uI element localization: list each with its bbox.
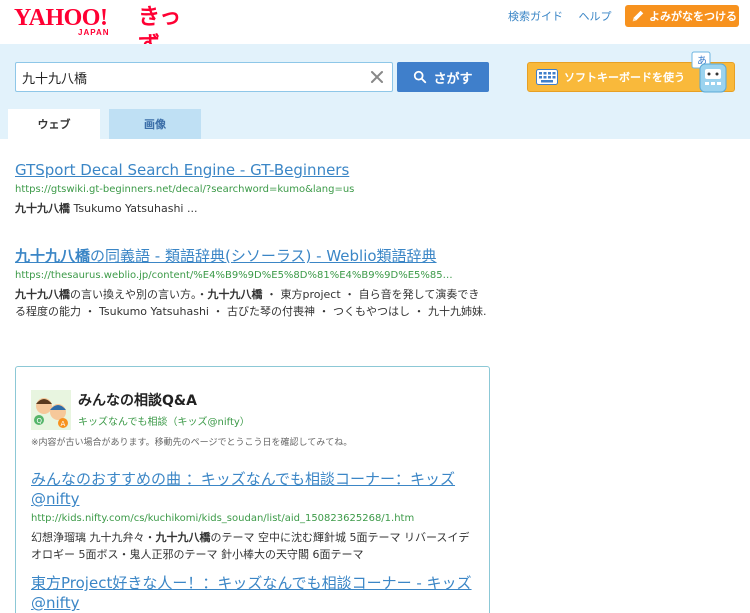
tab-web[interactable]: ウェブ <box>8 109 100 139</box>
header: YAHOO! JAPAN きっず 検索ガイド ヘルプ よみがなをつける <box>0 0 750 58</box>
search-result: GTSport Decal Search Engine - GT-Beginne… <box>15 160 490 217</box>
qa-title: みんなの相談Q&A <box>78 393 197 409</box>
kids-chat-icon: Q A <box>31 390 71 430</box>
keyboard-mascot-icon: あ <box>691 51 727 93</box>
result-title-highlight: 九十九八橋 <box>15 247 91 265</box>
snippet-text: 幻想浄瑠璃 九十九弁々・ <box>31 531 156 544</box>
pencil-icon <box>632 10 644 22</box>
result-url: https://thesaurus.weblio.jp/content/%E4%… <box>15 270 453 281</box>
keyboard-icon <box>536 69 558 85</box>
clear-icon[interactable] <box>368 68 386 86</box>
tab-images[interactable]: 画像 <box>109 109 201 139</box>
help-link[interactable]: ヘルプ <box>579 10 612 23</box>
snippet-highlight: 九十九八橋 <box>15 202 70 215</box>
soft-keyboard-label: ソフトキーボードを使う <box>564 71 685 84</box>
result-url: https://gtswiki.gt-beginners.net/decal/?… <box>15 184 355 195</box>
search-tabs: ウェブ 画像 <box>8 109 210 139</box>
qa-item-url: http://kids.nifty.com/cs/kuchikomi/kids_… <box>31 513 415 524</box>
result-title-text: GTSport Decal Search Engine - GT-Beginne… <box>15 161 350 179</box>
header-links: 検索ガイド ヘルプ <box>508 8 624 24</box>
svg-text:A: A <box>61 420 66 428</box>
result-title-link[interactable]: 九十九八橋の同義語 - 類語辞典(シソーラス) - Weblio類語辞典 <box>15 246 490 266</box>
qa-item-snippet: 幻想浄瑠璃 九十九弁々・九十九八橋のテーマ 空中に沈む輝針城 5面テーマ リバー… <box>31 529 476 563</box>
snippet-highlight: 九十九八橋 <box>155 531 211 544</box>
qa-item-title-link[interactable]: みんなのおすすめの曲 ：キッズなんでも相談コーナー：キッズ@nifty <box>31 469 476 509</box>
yahoo-kids-logo[interactable]: YAHOO! JAPAN きっず <box>14 4 184 58</box>
search-button[interactable]: さがす <box>397 62 489 92</box>
search-box <box>15 62 393 92</box>
result-snippet: 九十九八橋 Tsukumo Yatsuhashi ... <box>15 200 490 217</box>
snippet-text: Tsukumo Yatsuhashi ... <box>70 202 198 215</box>
search-input[interactable] <box>16 63 346 91</box>
result-snippet: 九十九八橋の言い換えや別の言い方。・九十九八橋 ・ 東方project ・ 自ら… <box>15 286 490 320</box>
qa-item: みんなのおすすめの曲 ：キッズなんでも相談コーナー：キッズ@nifty http… <box>31 469 476 563</box>
qa-item: 東方Project好きな人ー！：キッズなんでも相談コーナー - キッズ@nift… <box>31 573 476 613</box>
qa-note: ※内容が古い場合があります。移動先のページでとうこう日を確認してみてね。 <box>31 438 353 448</box>
svg-text:Q: Q <box>37 417 43 425</box>
logo-japan: JAPAN <box>78 28 110 37</box>
qa-panel: Q A みんなの相談Q&A キッズなんでも相談（キッズ@nifty） ※内容が古… <box>15 366 490 613</box>
search-area: さがす ソフトキーボードを使う あ ウェブ 画像 <box>0 44 750 139</box>
snippet-highlight: 九十九八橋 <box>207 288 263 301</box>
snippet-highlight: 九十九八橋 <box>15 288 70 301</box>
search-icon <box>414 70 427 84</box>
search-button-label: さがす <box>433 71 473 87</box>
search-guide-link[interactable]: 検索ガイド <box>508 10 563 23</box>
result-title-link[interactable]: GTSport Decal Search Engine - GT-Beginne… <box>15 160 490 180</box>
qa-subtitle: キッズなんでも相談（キッズ@nifty） <box>78 417 250 428</box>
snippet-text: の言い換えや別の言い方。・ <box>70 288 208 301</box>
furigana-button[interactable]: よみがなをつける <box>625 5 739 27</box>
search-result: 九十九八橋の同義語 - 類語辞典(シソーラス) - Weblio類語辞典 htt… <box>15 246 490 320</box>
result-title-text: の同義語 - 類語辞典(シソーラス) - Weblio類語辞典 <box>90 247 437 265</box>
furigana-button-label: よみがなをつける <box>649 10 737 23</box>
qa-item-title-link[interactable]: 東方Project好きな人ー！：キッズなんでも相談コーナー - キッズ@nift… <box>31 573 476 613</box>
